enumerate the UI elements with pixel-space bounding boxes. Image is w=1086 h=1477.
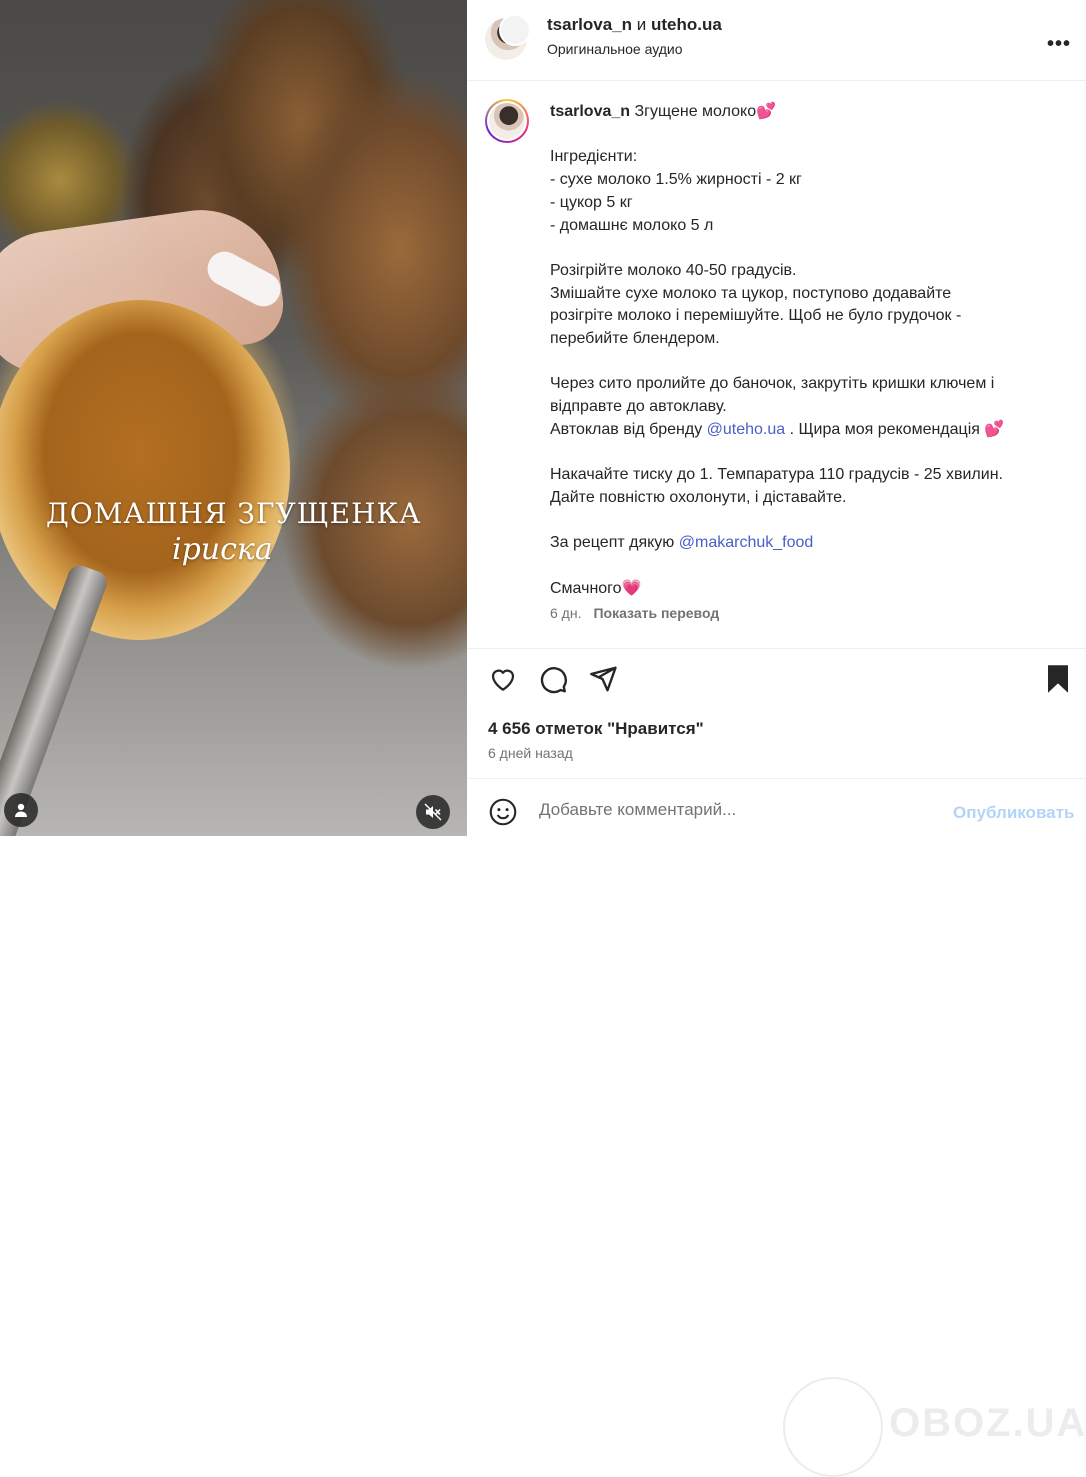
caption-line: Накачайте тиску до 1. Темпаратура 110 гр… bbox=[550, 466, 1003, 484]
mute-button[interactable] bbox=[416, 795, 450, 829]
caption-age[interactable]: 6 дн. bbox=[550, 605, 581, 621]
publish-button[interactable]: Опубликовать bbox=[953, 803, 1074, 823]
uteho-mention-link[interactable]: @uteho.ua bbox=[707, 421, 786, 438]
comment-bar: Опубликовать bbox=[467, 778, 1086, 837]
caption-line: Дайте повністю охолонути, і діставайте. bbox=[550, 488, 847, 506]
caption-line: Змішайте сухе молоко та цукор, поступово… bbox=[550, 284, 952, 302]
caption-line: розігріте молоко і перемішуйте. Щоб не б… bbox=[550, 307, 962, 325]
share-send-icon[interactable] bbox=[588, 664, 618, 694]
makarchuk-mention-link[interactable]: @makarchuk_food bbox=[679, 534, 814, 551]
authors-conjunction: и bbox=[632, 15, 651, 34]
jar-image bbox=[0, 300, 290, 640]
watermark-text: OBOZ.UA bbox=[889, 1401, 1086, 1445]
caption-text-fragment: Автоклав від бренду bbox=[550, 420, 707, 438]
caption-line: - цукор 5 кг bbox=[550, 193, 633, 211]
user-icon bbox=[15, 803, 27, 817]
author-username[interactable]: tsarlova_n bbox=[547, 15, 632, 34]
caption-line: Розігрійте молоко 40-50 градусів. bbox=[550, 261, 797, 279]
tagged-users-button[interactable] bbox=[4, 793, 38, 827]
media-caption-subtitle: іриска bbox=[172, 532, 273, 567]
hearts-emoji: 💕 bbox=[756, 103, 777, 120]
post-authors: tsarlova_n и uteho.ua bbox=[547, 15, 722, 35]
caption-closing: Смачного bbox=[550, 579, 622, 597]
caption-line: відправте до автоклаву. bbox=[550, 398, 727, 416]
media-caption-title: ДОМАШНЯ ЗГУЩЕНКА bbox=[46, 497, 422, 530]
likes-count[interactable]: 4 656 отметок "Нравится" bbox=[488, 719, 704, 739]
like-heart-icon[interactable] bbox=[488, 664, 518, 694]
comments-area[interactable]: tsarlova_n Згущене молоко💕 Інгредієнти: … bbox=[467, 80, 1086, 648]
post-panel: tsarlova_n и uteho.ua Оригинальное аудио… bbox=[467, 0, 1086, 1477]
watermark-logo bbox=[783, 1377, 883, 1477]
post-media[interactable]: ДОМАШНЯ ЗГУЩЕНКА іриска bbox=[0, 0, 467, 836]
bookmark-save-icon[interactable] bbox=[1044, 664, 1072, 694]
post-actions: 4 656 отметок "Нравится" 6 дней назад OB… bbox=[467, 648, 1086, 1477]
caption-text-fragment: . Щира моя рекомендація bbox=[785, 420, 985, 438]
coauthor-username[interactable]: uteho.ua bbox=[651, 15, 722, 34]
caption-line: перебийте блендером. bbox=[550, 330, 720, 348]
caption-line: - сухе молоко 1.5% жирності - 2 кг bbox=[550, 171, 802, 189]
heart-emoji: 💗 bbox=[621, 579, 642, 597]
post-date[interactable]: 6 дней назад bbox=[488, 745, 573, 761]
caption-author[interactable]: tsarlova_n bbox=[550, 103, 630, 120]
hearts-emoji: 💕 bbox=[984, 420, 1005, 438]
emoji-picker-icon[interactable] bbox=[489, 798, 517, 826]
caption-line: Інгредієнти: bbox=[550, 148, 638, 166]
comment-icon[interactable] bbox=[538, 664, 568, 694]
caption-line: - домашнє молоко 5 л bbox=[550, 216, 714, 234]
post-header: tsarlova_n и uteho.ua Оригинальное аудио… bbox=[467, 0, 1086, 81]
caption-title: Згущене молоко bbox=[630, 103, 757, 120]
speaker-muted-icon bbox=[424, 803, 442, 821]
comment-input[interactable] bbox=[537, 799, 921, 821]
caption-text-fragment: За рецепт дякую bbox=[550, 534, 679, 552]
caption-avatar[interactable] bbox=[485, 99, 529, 143]
show-translation-button[interactable]: Показать перевод bbox=[593, 605, 719, 621]
caption-line: Через сито пролийте до баночок, закрутіт… bbox=[550, 375, 995, 393]
caption-text: tsarlova_n Згущене молоко💕 Інгредієнти: … bbox=[550, 101, 1060, 600]
caption-meta: 6 дн. Показать перевод bbox=[550, 605, 719, 621]
coauthor-avatar[interactable] bbox=[499, 14, 531, 46]
audio-label[interactable]: Оригинальное аудио bbox=[547, 41, 683, 57]
more-options-button[interactable]: ••• bbox=[1047, 33, 1071, 56]
